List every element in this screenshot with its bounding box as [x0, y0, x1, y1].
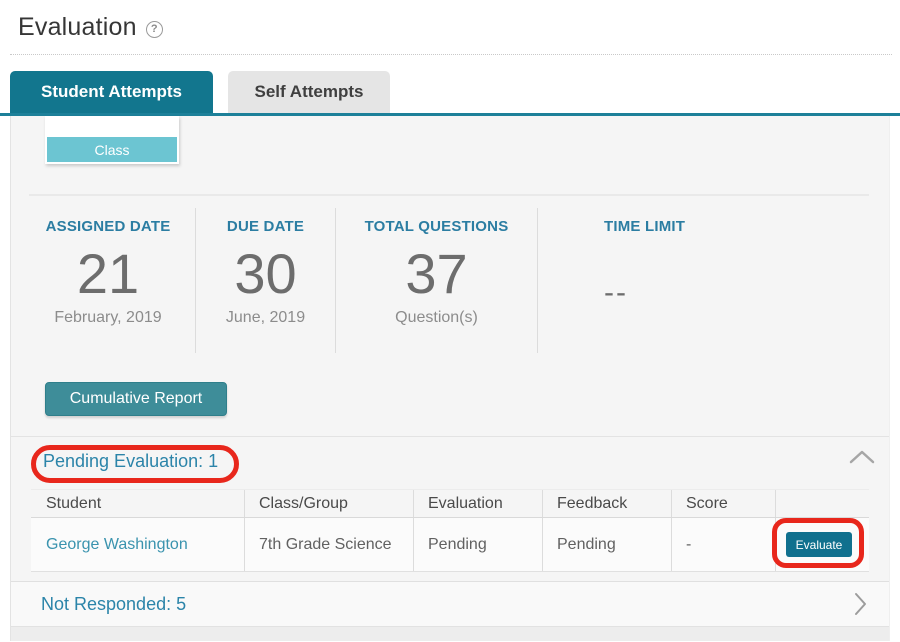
pending-evaluation-title[interactable]: Pending Evaluation: 1 [43, 451, 218, 472]
help-icon[interactable]: ? [145, 20, 163, 38]
stat-value: -- [604, 276, 628, 309]
stat-due-date: DUE DATE 30 June, 2019 [196, 208, 336, 353]
not-responded-section[interactable]: Not Responded: 5 [11, 581, 889, 626]
table-header-row: Student Class/Group Evaluation Feedback … [31, 490, 869, 518]
class-dropdown-option[interactable]: Class [47, 137, 177, 162]
stats-top-divider [29, 194, 869, 196]
pending-section-divider [11, 436, 889, 437]
class-dropdown[interactable]: Class [45, 116, 179, 164]
page-header: Evaluation ? [0, 0, 900, 45]
stat-label: TIME LIMIT [604, 218, 686, 235]
pending-evaluation-table: Student Class/Group Evaluation Feedback … [31, 489, 869, 572]
assignment-stats: ASSIGNED DATE 21 February, 2019 DUE DATE… [21, 208, 881, 353]
tab-bar: Student Attempts Self Attempts [10, 71, 900, 113]
evaluate-button[interactable]: Evaluate [786, 532, 852, 557]
cell-actions: Evaluate [776, 518, 869, 571]
stat-label: DUE DATE [226, 218, 305, 235]
stat-label: TOTAL QUESTIONS [364, 218, 509, 235]
stat-sub: February, 2019 [54, 308, 162, 326]
next-section-edge [11, 626, 889, 641]
header-actions [776, 490, 869, 517]
cell-student: George Washington [31, 518, 245, 571]
header-student: Student [31, 490, 245, 517]
header-class-group: Class/Group [245, 490, 414, 517]
stat-sub: June, 2019 [225, 308, 306, 326]
not-responded-title: Not Responded: 5 [41, 593, 187, 614]
page-title: Evaluation [18, 13, 137, 41]
cell-class-group: 7th Grade Science [245, 518, 414, 571]
header-feedback: Feedback [543, 490, 672, 517]
content-panel: Class ASSIGNED DATE 21 February, 2019 DU… [10, 116, 890, 641]
stat-assigned-date: ASSIGNED DATE 21 February, 2019 [21, 208, 196, 353]
header-evaluation: Evaluation [414, 490, 543, 517]
header-score: Score [672, 490, 776, 517]
tab-student-attempts[interactable]: Student Attempts [10, 71, 213, 113]
stat-sub: Question(s) [395, 308, 478, 326]
table-row: George Washington 7th Grade Science Pend… [31, 518, 869, 572]
stat-time-limit: TIME LIMIT -- [538, 208, 861, 353]
stat-value: 37 [405, 242, 468, 305]
help-glyph: ? [150, 23, 158, 35]
cumulative-report-button[interactable]: Cumulative Report [45, 382, 227, 416]
cell-feedback: Pending [543, 518, 672, 571]
tab-self-attempts[interactable]: Self Attempts [228, 71, 390, 113]
stat-label: ASSIGNED DATE [45, 218, 171, 235]
student-name-link[interactable]: George Washington [46, 536, 188, 554]
header-divider [10, 54, 892, 55]
chevron-right-icon[interactable] [853, 592, 867, 616]
stat-value: 30 [234, 242, 297, 305]
cell-score: - [672, 518, 776, 571]
stat-value: 21 [76, 242, 140, 305]
chevron-up-icon[interactable] [849, 449, 875, 465]
cell-evaluation: Pending [414, 518, 543, 571]
stat-total-questions: TOTAL QUESTIONS 37 Question(s) [336, 208, 538, 353]
